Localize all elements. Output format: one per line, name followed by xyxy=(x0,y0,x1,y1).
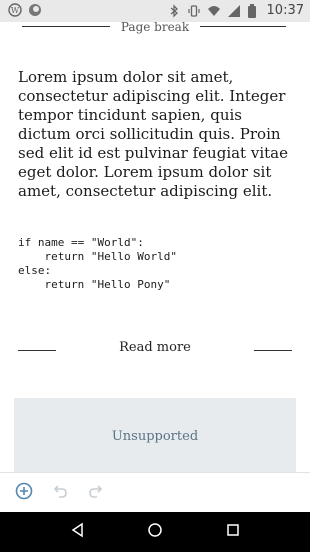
unsupported-label: Unsupported xyxy=(111,428,199,444)
read-more-right-line xyxy=(254,350,292,351)
unsupported-block[interactable]: Unsupported xyxy=(14,398,296,474)
add-block-icon xyxy=(15,482,33,504)
page-break-block[interactable]: Page break xyxy=(0,20,310,40)
status-time: 10:37 xyxy=(266,3,304,18)
status-bar: W 10:37 xyxy=(0,0,310,22)
add-block-button[interactable] xyxy=(14,482,34,504)
read-more-block[interactable]: Read more xyxy=(0,340,310,360)
wifi-icon xyxy=(207,4,221,18)
undo-button[interactable] xyxy=(50,483,70,503)
redo-icon xyxy=(87,482,105,504)
wordpress-icon: W xyxy=(8,3,22,17)
paragraph-block[interactable]: Lorem ipsum dolor sit amet, consectetur … xyxy=(18,68,294,201)
code-block[interactable]: if name == "World": return "Hello World"… xyxy=(18,236,298,292)
signal-icon xyxy=(227,4,241,18)
redo-button[interactable] xyxy=(86,483,106,503)
circle-app-icon xyxy=(28,3,42,17)
home-icon xyxy=(147,522,163,542)
editor-toolbar xyxy=(0,472,310,513)
battery-icon xyxy=(247,3,261,18)
back-icon xyxy=(70,522,86,542)
read-more-left-line xyxy=(18,350,56,351)
undo-icon xyxy=(51,482,69,504)
page-break-right-line xyxy=(200,26,286,27)
back-button[interactable] xyxy=(68,522,88,542)
recents-button[interactable] xyxy=(223,522,243,542)
page-break-left-line xyxy=(22,26,110,27)
navigation-bar xyxy=(0,512,310,552)
bluetooth-icon xyxy=(167,3,181,18)
recents-icon xyxy=(225,522,241,542)
svg-text:W: W xyxy=(11,6,20,15)
page-break-label: Page break xyxy=(120,20,190,34)
vibrate-icon xyxy=(187,4,201,18)
read-more-label: Read more xyxy=(119,340,191,355)
home-button[interactable] xyxy=(145,522,165,542)
